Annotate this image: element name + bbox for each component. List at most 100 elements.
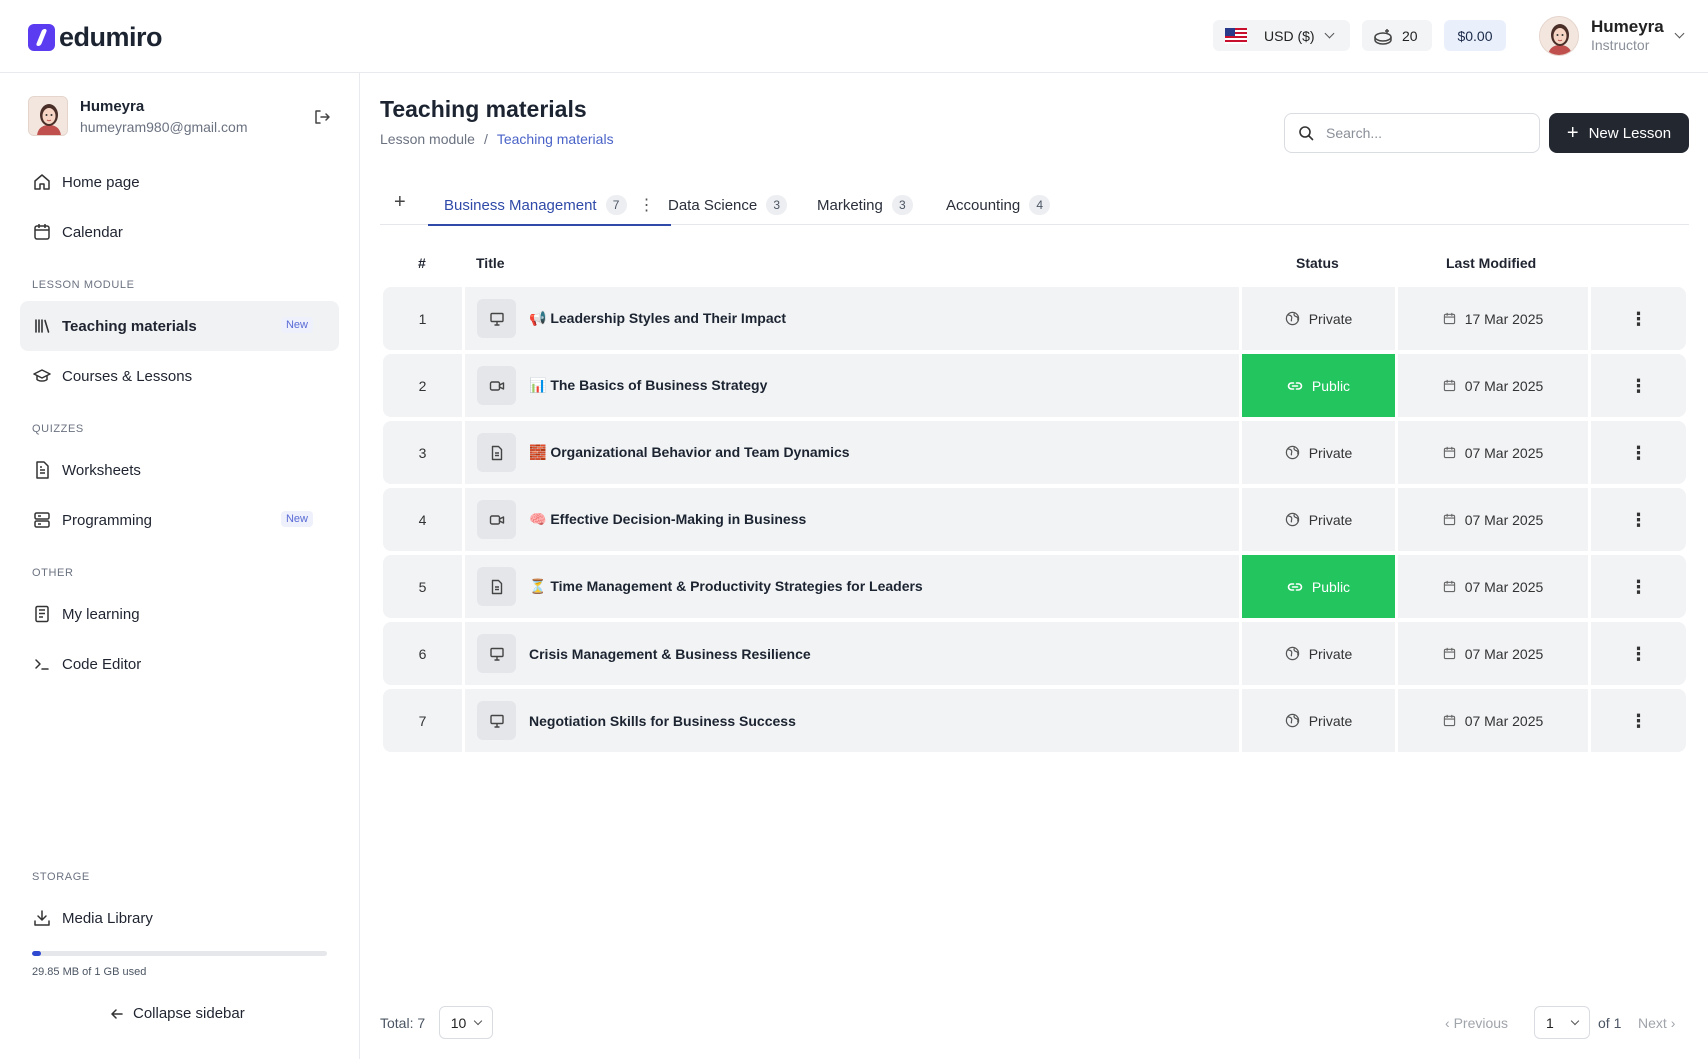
section-label-quizzes: QUIZZES	[32, 423, 84, 435]
coins-count: 20	[1402, 27, 1418, 44]
status-badge[interactable]: Public	[1242, 354, 1395, 417]
coins-counter[interactable]: 20	[1362, 20, 1432, 51]
status-label: Private	[1308, 310, 1353, 327]
row-actions: ⋮	[1591, 287, 1686, 350]
sidebar-item-label: My learning	[62, 605, 140, 623]
balance-badge[interactable]: $0.00	[1444, 20, 1506, 51]
avatar[interactable]	[1539, 16, 1579, 56]
user-name[interactable]: Humeyra	[1591, 17, 1664, 37]
sidebar-item-worksheets[interactable]: Worksheets	[20, 445, 339, 495]
row-title-cell[interactable]: 📢 Leadership Styles and Their Impact	[465, 287, 1239, 350]
search-input[interactable]	[1326, 125, 1526, 141]
tab-accounting[interactable]: Accounting 4	[946, 185, 1051, 225]
collapse-sidebar-label: Collapse sidebar	[133, 1005, 245, 1022]
sidebar-item-my-learning[interactable]: My learning	[20, 589, 339, 639]
status-badge[interactable]: Public	[1242, 555, 1395, 618]
table-row[interactable]: 1 📢 Leadership Styles and Their Impact Pri…	[383, 287, 1686, 350]
user-menu-chevron-icon[interactable]	[1674, 28, 1685, 39]
next-page-button[interactable]: Next ›	[1638, 1015, 1675, 1031]
top-bar: edumiro USD ($) 20 $0.00 Humeyra Instruc…	[0, 0, 1708, 73]
table-row[interactable]: 6 Crisis Management & Business Resilience…	[383, 622, 1686, 685]
table-row[interactable]: 4 🧠 Effective Decision-Making in Business…	[383, 488, 1686, 551]
more-options-icon[interactable]: ⋮	[1630, 712, 1648, 730]
tab-marketing[interactable]: Marketing 3	[817, 185, 913, 225]
brand-logo[interactable]: edumiro	[28, 22, 163, 53]
status-badge[interactable]: Private	[1242, 287, 1395, 350]
lesson-title[interactable]: 🧠 Effective Decision-Making in Business	[529, 511, 806, 528]
row-title-cell[interactable]: Negotiation Skills for Business Success	[465, 689, 1239, 752]
last-modified-date: 07 Mar 2025	[1464, 645, 1544, 662]
add-tab-plus-icon[interactable]: +	[394, 191, 406, 214]
lesson-title[interactable]: ⏳ Time Management & Productivity Strateg…	[529, 578, 923, 595]
table-row[interactable]: 2 📊 The Basics of Business Strategy Public…	[383, 354, 1686, 417]
last-modified-date: 07 Mar 2025	[1464, 444, 1544, 461]
notebook-icon	[35, 605, 49, 623]
lesson-title[interactable]: 📢 Leadership Styles and Their Impact	[529, 310, 786, 327]
sidebar-item-label: Code Editor	[62, 655, 142, 673]
more-options-icon[interactable]: ⋮	[1630, 645, 1648, 663]
column-header-last-modified[interactable]: Last Modified	[1446, 255, 1536, 271]
arrow-left-icon	[111, 1008, 123, 1019]
status-badge[interactable]: Private	[1242, 488, 1395, 551]
last-modified-cell: 07 Mar 2025	[1398, 488, 1588, 551]
sidebar-item-calendar[interactable]: Calendar	[20, 207, 339, 257]
previous-page-button[interactable]: ‹ Previous	[1445, 1015, 1508, 1031]
last-modified-date: 07 Mar 2025	[1464, 712, 1544, 729]
column-header-title[interactable]: Title	[476, 255, 505, 271]
tab-data-science[interactable]: Data Science 3	[668, 185, 788, 225]
sidebar-item-code-editor[interactable]: Code Editor	[20, 639, 339, 689]
sidebar-avatar[interactable]	[28, 96, 68, 136]
row-title-cell[interactable]: 📊 The Basics of Business Strategy	[465, 354, 1239, 417]
sidebar-profile-email: humeyram980@gmail.com	[80, 119, 248, 135]
row-actions: ⋮	[1591, 354, 1686, 417]
sidebar-item-programming[interactable]: Programming New	[20, 495, 339, 545]
sidebar-item-home-page[interactable]: Home page	[20, 157, 339, 207]
currency-label: USD ($)	[1264, 27, 1315, 44]
more-options-icon[interactable]: ⋮	[1630, 377, 1648, 395]
sidebar-item-teaching-materials[interactable]: Teaching materials New	[20, 301, 339, 351]
calendar-icon	[1443, 379, 1455, 392]
breadcrumb: Lesson module / Teaching materials	[380, 131, 614, 147]
row-number: 4	[383, 488, 462, 551]
row-title-cell[interactable]: 🧱 Organizational Behavior and Team Dynam…	[465, 421, 1239, 484]
last-modified-cell: 07 Mar 2025	[1398, 622, 1588, 685]
last-modified-cell: 07 Mar 2025	[1398, 555, 1588, 618]
more-options-icon[interactable]: ⋮	[1630, 511, 1648, 529]
collapse-sidebar-button[interactable]: Collapse sidebar	[110, 1005, 245, 1022]
page-title: Teaching materials	[380, 96, 587, 122]
lesson-title[interactable]: 📊 The Basics of Business Strategy	[529, 377, 767, 394]
new-lesson-button[interactable]: + New Lesson	[1549, 113, 1689, 153]
page-size-select[interactable]: 10	[439, 1006, 493, 1039]
lesson-title[interactable]: 🧱 Organizational Behavior and Team Dynam…	[529, 444, 850, 461]
table-row[interactable]: 5 ⏳ Time Management & Productivity Strate…	[383, 555, 1686, 618]
status-badge[interactable]: Private	[1242, 622, 1395, 685]
previous-label: Previous	[1453, 1015, 1509, 1031]
logout-icon[interactable]	[313, 108, 331, 126]
sidebar-item-label: Programming	[62, 511, 153, 529]
storage-progress-fill	[32, 951, 41, 956]
presentation-icon	[477, 701, 516, 740]
sidebar-item-media-library[interactable]: Media Library	[20, 893, 339, 943]
tab-label: Data Science	[668, 196, 758, 214]
currency-selector[interactable]: USD ($)	[1213, 20, 1350, 51]
more-options-icon[interactable]: ⋮	[1630, 310, 1648, 328]
tab-options-icon[interactable]: ⋮	[639, 195, 655, 215]
more-options-icon[interactable]: ⋮	[1630, 444, 1648, 462]
status-badge[interactable]: Private	[1242, 689, 1395, 752]
current-page-select[interactable]: 1	[1534, 1006, 1590, 1039]
status-badge[interactable]: Private	[1242, 421, 1395, 484]
lesson-title[interactable]: Crisis Management & Business Resilience	[529, 646, 811, 662]
table-row[interactable]: 7 Negotiation Skills for Business Success…	[383, 689, 1686, 752]
row-title-cell[interactable]: Crisis Management & Business Resilience	[465, 622, 1239, 685]
column-header-status[interactable]: Status	[1296, 255, 1339, 271]
row-title-cell[interactable]: ⏳ Time Management & Productivity Strateg…	[465, 555, 1239, 618]
tab-business-management[interactable]: Business Management 7 ⋮	[428, 185, 671, 226]
more-options-icon[interactable]: ⋮	[1630, 578, 1648, 596]
search-box[interactable]	[1284, 113, 1540, 153]
breadcrumb-lesson-module[interactable]: Lesson module	[380, 131, 475, 147]
sidebar-item-courses-lessons[interactable]: Courses & Lessons	[20, 351, 339, 401]
document-icon	[477, 433, 516, 472]
table-row[interactable]: 3 🧱 Organizational Behavior and Team Dyna…	[383, 421, 1686, 484]
lesson-title[interactable]: Negotiation Skills for Business Success	[529, 713, 796, 729]
row-title-cell[interactable]: 🧠 Effective Decision-Making in Business	[465, 488, 1239, 551]
